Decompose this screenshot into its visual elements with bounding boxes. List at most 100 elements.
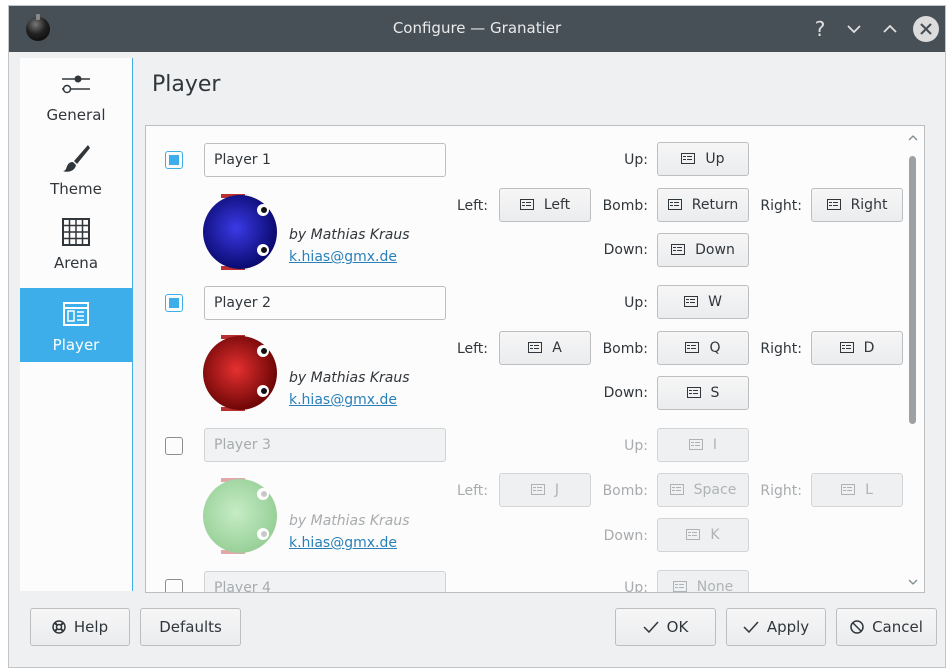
right-label: Right: [760, 483, 802, 499]
brush-icon [63, 145, 90, 172]
player-1-enable-checkbox[interactable] [165, 151, 183, 169]
player-2-up-key-button[interactable]: W [657, 285, 749, 319]
keyboard-icon [519, 199, 534, 210]
keyboard-icon [667, 199, 682, 210]
player-scroll-area[interactable]: Player 1 by Mathias Kraus k.hias@gmx.de … [145, 125, 925, 593]
player-4-enable-checkbox[interactable] [165, 579, 183, 592]
bomb-label: Bomb: [602, 341, 648, 357]
sidebar-item-label: Theme [50, 180, 102, 198]
player-2-left-key-button[interactable]: A [499, 331, 591, 365]
player-2-enable-checkbox[interactable] [165, 294, 183, 312]
up-label: Up: [624, 580, 648, 593]
player-3-up-key-button[interactable]: I [657, 428, 749, 462]
player-4-name-input[interactable]: Player 4 [204, 571, 446, 592]
vertical-scrollbar[interactable] [908, 126, 922, 592]
player-1-left-key-button[interactable]: Left [499, 188, 591, 222]
up-label: Up: [624, 438, 648, 454]
keyboard-icon [671, 244, 686, 255]
keyboard-icon [686, 529, 701, 540]
sidebar-item-arena[interactable]: Arena [20, 206, 132, 280]
up-label: Up: [624, 152, 648, 168]
maximize-icon[interactable] [877, 16, 903, 42]
player-1-avatar [203, 194, 277, 270]
keyboard-icon [528, 342, 543, 353]
sidebar-divider [132, 58, 133, 591]
player-2-down-key-button[interactable]: S [657, 376, 749, 410]
cancel-icon [850, 620, 864, 634]
title-bar[interactable]: Configure — Granatier ? [9, 6, 945, 52]
scrollbar-thumb[interactable] [909, 156, 916, 424]
keyboard-icon [826, 199, 841, 210]
right-label: Right: [760, 198, 802, 214]
bomb-label: Bomb: [602, 198, 648, 214]
keyboard-icon [672, 581, 687, 592]
help-button[interactable]: Help [30, 608, 130, 646]
bomb-label: Bomb: [602, 483, 648, 499]
left-label: Left: [456, 341, 488, 357]
player-2-bomb-key-button[interactable]: Q [657, 331, 749, 365]
keyboard-icon [686, 387, 701, 398]
sidebar-item-theme[interactable]: Theme [20, 132, 132, 206]
keyboard-icon [839, 342, 854, 353]
player-icon [63, 302, 89, 326]
down-label: Down: [603, 528, 648, 544]
scroll-up-icon[interactable] [908, 134, 918, 142]
down-label: Down: [603, 385, 648, 401]
player-3-enable-checkbox[interactable] [165, 437, 183, 455]
close-icon[interactable] [913, 16, 939, 42]
checkmark-icon [643, 621, 659, 634]
player-3-down-key-button[interactable]: K [657, 518, 749, 552]
sidebar-item-label: Player [52, 336, 100, 354]
player-1-up-key-button[interactable]: Up [657, 142, 749, 176]
player-2-right-key-button[interactable]: D [811, 331, 903, 365]
player-4-up-key-button[interactable]: None [657, 570, 749, 592]
player-2-email-link[interactable]: k.hias@gmx.de [289, 392, 397, 408]
player-3-left-key-button[interactable]: J [499, 473, 591, 507]
left-label: Left: [456, 483, 488, 499]
scroll-down-icon[interactable] [908, 578, 918, 586]
player-2-author: by Mathias Kraus [289, 370, 410, 386]
keyboard-icon [530, 484, 545, 495]
help-question-icon[interactable]: ? [807, 16, 833, 42]
keyboard-icon [685, 342, 700, 353]
up-label: Up: [624, 295, 648, 311]
category-sidebar: General Theme Arena Player [20, 58, 132, 591]
player-3-email-link[interactable]: k.hias@gmx.de [289, 535, 397, 551]
checkmark-icon [743, 621, 759, 634]
down-label: Down: [603, 242, 648, 258]
keyboard-icon [669, 484, 684, 495]
player-2-avatar [203, 335, 277, 411]
page-title: Player [152, 72, 221, 97]
apply-button[interactable]: Apply [726, 608, 826, 646]
sliders-icon [62, 75, 90, 94]
player-1-author: by Mathias Kraus [289, 227, 410, 243]
keyboard-icon [681, 153, 696, 164]
player-2-name-input[interactable]: Player 2 [204, 286, 446, 320]
ok-button[interactable]: OK [615, 608, 716, 646]
window-title: Configure — Granatier [392, 19, 562, 37]
keyboard-icon [841, 484, 856, 495]
keyboard-icon [684, 296, 699, 307]
sidebar-item-player[interactable]: Player [20, 288, 132, 362]
player-3-right-key-button[interactable]: L [811, 473, 903, 507]
minimize-icon[interactable] [841, 16, 867, 42]
player-3-avatar [203, 478, 277, 554]
sidebar-item-label: Arena [53, 254, 99, 272]
defaults-button[interactable]: Defaults [140, 608, 241, 646]
player-1-down-key-button[interactable]: Down [657, 233, 749, 267]
sidebar-item-label: General [46, 106, 106, 124]
lifebuoy-icon [52, 620, 66, 634]
player-3-author: by Mathias Kraus [289, 513, 410, 529]
keyboard-icon [688, 439, 703, 450]
right-label: Right: [760, 341, 802, 357]
player-1-bomb-key-button[interactable]: Return [657, 188, 749, 222]
player-3-name-input[interactable]: Player 3 [204, 428, 446, 462]
cancel-button[interactable]: Cancel [836, 608, 937, 646]
player-1-right-key-button[interactable]: Right [811, 188, 903, 222]
left-label: Left: [456, 198, 488, 214]
sidebar-item-general[interactable]: General [20, 58, 132, 132]
player-1-email-link[interactable]: k.hias@gmx.de [289, 249, 397, 265]
grid-icon [62, 218, 90, 246]
player-3-bomb-key-button[interactable]: Space [657, 473, 749, 507]
player-1-name-input[interactable]: Player 1 [204, 143, 446, 177]
